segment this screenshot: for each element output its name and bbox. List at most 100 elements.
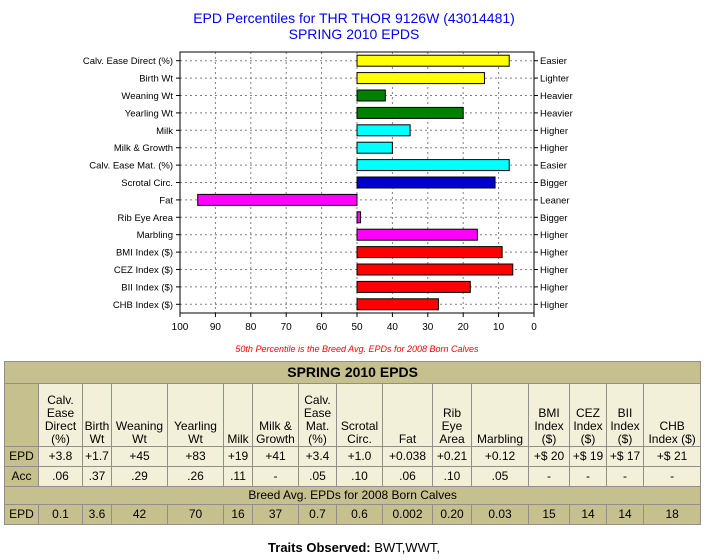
breed-avg-cell: 0.6 <box>336 504 383 525</box>
x-tick-label: 50 <box>351 322 363 333</box>
direction-label: Leaner <box>540 195 570 206</box>
epd-cell: +$ 20 <box>528 446 570 467</box>
x-tick-labels: 100 90 80 70 60 50 40 30 20 10 0 <box>172 313 537 333</box>
acc-cell: - <box>528 466 570 487</box>
breed-avg-cell: 18 <box>642 504 702 525</box>
epd-cell: +83 <box>167 446 224 467</box>
epd-cell: +0.038 <box>382 446 433 467</box>
category-label: Birth Wt <box>139 74 173 85</box>
bar <box>356 211 362 224</box>
table-row: Acc .06.37.29.26.11- .05.10.06.10.05- - - - <box>4 466 702 487</box>
epd-cell: +$ 21 <box>642 446 702 467</box>
x-tick-label: 20 <box>458 322 470 333</box>
direction-label: Easier <box>540 56 567 67</box>
traits-label: Traits Observed: <box>268 540 371 555</box>
direction-label: Heavier <box>540 91 573 102</box>
acc-cell: - <box>606 466 644 487</box>
category-label: Calv. Ease Direct (%) <box>83 56 173 67</box>
column-header: Birth Wt <box>82 383 112 447</box>
row-label-acc: Acc <box>4 466 39 487</box>
category-label: BII Index ($) <box>121 282 173 293</box>
traits-value: BWT,WWT, <box>370 540 440 555</box>
direction-label: Higher <box>540 282 568 293</box>
table-title: SPRING 2010 EPDS <box>3 361 702 384</box>
column-header: Milk & Growth <box>252 383 299 447</box>
x-tick-label: 60 <box>316 322 328 333</box>
breed-avg-cell: 0.002 <box>382 504 433 525</box>
breed-avg-cell: 37 <box>252 504 299 525</box>
percentile-chart: Calv. Ease Direct (%) Birth Wt Weaning Wt Y… <box>83 51 573 333</box>
epd-cell: +$ 17 <box>606 446 644 467</box>
epd-cell: +3.4 <box>298 446 337 467</box>
breed-avg-cell: 42 <box>111 504 168 525</box>
column-header: CHB Index ($) <box>642 383 702 447</box>
epd-cell: +3.8 <box>38 446 83 467</box>
category-label: Rib Eye Area <box>118 213 174 224</box>
category-label: Calv. Ease Mat. (%) <box>89 161 173 172</box>
chart-note: 50th Percentile is the Breed Avg. EPDs f… <box>235 344 479 354</box>
column-header: Milk <box>223 383 253 447</box>
epd-table: SPRING 2010 EPDS Calv. Ease Direct (%) Bi… <box>3 361 702 525</box>
acc-cell: .05 <box>298 466 337 487</box>
bar <box>356 124 411 137</box>
epd-cell: +1.0 <box>336 446 383 467</box>
column-header: BII Index ($) <box>606 383 644 447</box>
direction-labels: Easier Lighter Heavier Heavier Higher Higher E… <box>534 56 573 311</box>
epd-table-wrap: SPRING 2010 EPDS Calv. Ease Direct (%) Bi… <box>3 361 702 525</box>
breed-avg-cell: 70 <box>167 504 224 525</box>
direction-label: Higher <box>540 265 568 276</box>
bar <box>356 246 503 259</box>
category-label: CEZ Index ($) <box>114 265 173 276</box>
bar <box>356 228 478 241</box>
bar <box>197 193 358 206</box>
epd-cell: +41 <box>252 446 299 467</box>
direction-label: Bigger <box>540 213 567 224</box>
bar <box>356 89 386 102</box>
column-header: Calv. Ease Direct (%) <box>38 383 83 447</box>
x-tick-label: 30 <box>422 322 434 333</box>
direction-label: Easier <box>540 161 567 172</box>
acc-cell: .29 <box>111 466 168 487</box>
x-tick-label: 90 <box>210 322 222 333</box>
epd-cell: +19 <box>223 446 253 467</box>
epd-cell: +45 <box>111 446 168 467</box>
x-tick-label: 80 <box>245 322 257 333</box>
direction-label: Heavier <box>540 108 573 119</box>
breed-avg-cell: 0.20 <box>432 504 472 525</box>
category-label: CHB Index ($) <box>113 300 173 311</box>
category-label: Milk & Growth <box>114 143 173 154</box>
category-labels: Calv. Ease Direct (%) Birth Wt Weaning Wt Y… <box>83 56 180 311</box>
table-header-row: Calv. Ease Direct (%) Birth Wt Weaning Wt Y… <box>4 383 702 447</box>
direction-label: Bigger <box>540 178 567 189</box>
column-header: CEZ Index ($) <box>569 383 607 447</box>
bar <box>356 54 510 67</box>
table-row: EPD +3.8 +1.7 +45 +83 +19 +41 +3.4 +1.0 +0.038 +0… <box>4 446 702 467</box>
breed-avg-cell: 0.03 <box>471 504 529 525</box>
breed-avg-cell: 0.1 <box>38 504 83 525</box>
x-tick-label: 10 <box>493 322 505 333</box>
acc-cell: .37 <box>82 466 112 487</box>
breed-avg-cell: 15 <box>528 504 570 525</box>
column-header: Marbling <box>471 383 529 447</box>
category-label: BMI Index ($) <box>116 248 173 259</box>
category-label: Yearling Wt <box>125 108 174 119</box>
direction-label: Higher <box>540 126 568 137</box>
category-label: Milk <box>156 126 173 137</box>
acc-cell: - <box>252 466 299 487</box>
direction-label: Lighter <box>540 74 569 85</box>
epd-cell: +0.21 <box>432 446 472 467</box>
breed-avg-cell: 3.6 <box>82 504 112 525</box>
bar <box>356 141 393 154</box>
acc-cell: .10 <box>432 466 472 487</box>
direction-label: Higher <box>540 300 568 311</box>
table-row: EPD 0.1 3.6 42 70 16 37 0.7 0.6 0.002 0.20 0.03 15 1… <box>4 504 702 525</box>
traits-observed: Traits Observed: BWT,WWT, <box>0 540 708 555</box>
direction-label: Higher <box>540 143 568 154</box>
column-header: Yearling Wt <box>167 383 224 447</box>
breed-avg-cell: 16 <box>223 504 253 525</box>
bar <box>356 298 439 311</box>
category-label: Fat <box>159 195 173 206</box>
acc-cell: .10 <box>336 466 383 487</box>
column-header: Scrotal Circ. <box>336 383 383 447</box>
header-corner <box>4 383 39 447</box>
